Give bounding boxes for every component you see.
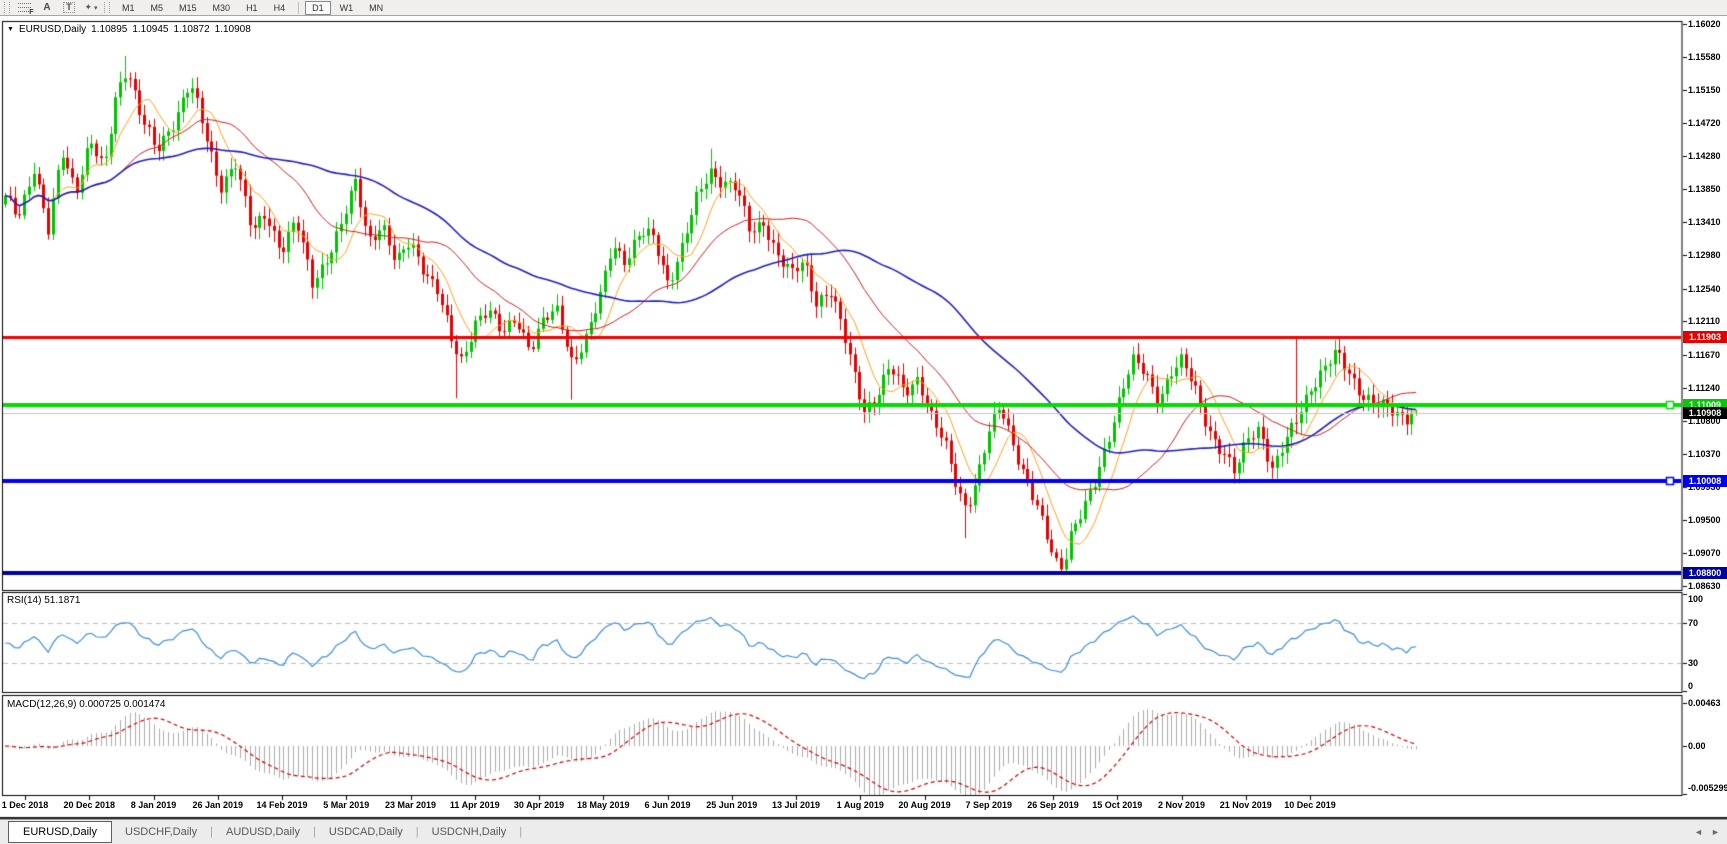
timeframe-button-group: M1M5M15M30H1H4 D1W1MN (114, 1, 391, 15)
date-axis-label: 15 Oct 2019 (1082, 800, 1152, 810)
rsi-axis-label: 70 (1688, 618, 1698, 628)
macd-axis-label: 0.00463 (1688, 698, 1721, 708)
text-tool-icon: A (43, 2, 50, 13)
date-axis-label: 7 Sep 2019 (954, 800, 1024, 810)
date-axis-label: 1 Dec 2018 (0, 800, 60, 810)
arrows-tool-icon: ✦ (84, 2, 92, 13)
macd-indicator-label: MACD(12,26,9) 0.000725 0.001474 (7, 699, 165, 710)
date-axis-label: 6 Jun 2019 (633, 800, 703, 810)
chart-tab-bar: EURUSD,DailyUSDCHF,Daily|AUDUSD,Daily|US… (0, 819, 1727, 844)
price-axis-label: 1.13850 (1688, 184, 1727, 194)
fibonacci-retracement-icon: F (18, 2, 33, 14)
rsi-axis-label: 30 (1688, 658, 1698, 668)
chart-title: ▼ EURUSD,Daily 1.10895 1.10945 1.10872 1… (7, 24, 256, 35)
macd-axis-label: 0.00 (1688, 741, 1706, 751)
tab-usdcad-daily[interactable]: USDCAD,Daily (316, 826, 416, 838)
timeframe-button-d1[interactable]: D1 (305, 1, 331, 15)
fibonacci-tool-button[interactable]: F (17, 1, 33, 15)
date-axis-label: 30 Apr 2019 (504, 800, 574, 810)
timeframe-button-m30[interactable]: M30 (206, 1, 238, 15)
date-axis-label: 10 Dec 2019 (1275, 800, 1345, 810)
date-axis-label: 1 Aug 2019 (825, 800, 895, 810)
mt4-window: F A T ✦ ▾ M1M5M15M30H1H4 D1W1MN ▼ EURUSD,… (0, 0, 1727, 844)
price-badge: 1.08800 (1683, 567, 1727, 579)
timeframe-button-mn[interactable]: MN (362, 1, 390, 15)
top-toolbar: F A T ✦ ▾ M1M5M15M30H1H4 D1W1MN (0, 0, 1727, 16)
tab-eurusd-daily[interactable]: EURUSD,Daily (8, 821, 112, 843)
timeframe-button-m15[interactable]: M15 (172, 1, 204, 15)
rsi-indicator-label: RSI(14) 51.1871 (7, 595, 80, 606)
price-axis-label: 1.12110 (1688, 316, 1727, 326)
tab-usdcnh-daily[interactable]: USDCNH,Daily (419, 826, 520, 838)
price-axis-label: 1.14280 (1688, 151, 1727, 161)
price-axis-label: 1.08630 (1688, 581, 1727, 591)
tab-usdchf-daily[interactable]: USDCHF,Daily (112, 826, 210, 838)
toolbar-separator (298, 2, 299, 14)
label-tool-icon: T (63, 2, 75, 13)
date-axis-label: 13 Jul 2019 (761, 800, 831, 810)
timeframe-button-w1[interactable]: W1 (333, 1, 361, 15)
date-axis-label: 20 Dec 2018 (54, 800, 124, 810)
date-axis-label: 5 Mar 2019 (311, 800, 381, 810)
price-badge: 1.11903 (1683, 331, 1727, 343)
tab-separator: | (519, 826, 522, 838)
timeframe-button-m1[interactable]: M1 (115, 1, 142, 15)
price-axis-label: 1.11240 (1688, 383, 1727, 393)
bar-high-value: 1.10945 (132, 24, 168, 35)
price-axis-label: 1.13410 (1688, 217, 1727, 227)
label-tool-button[interactable]: T (61, 1, 77, 15)
price-axis-label: 1.16020 (1688, 19, 1727, 29)
date-axis-label: 18 May 2019 (568, 800, 638, 810)
date-axis-label: 20 Aug 2019 (890, 800, 960, 810)
price-axis-label: 1.15580 (1688, 52, 1727, 62)
price-axis-label: 1.15150 (1688, 85, 1727, 95)
bar-close-value: 1.10908 (215, 24, 251, 35)
date-axis-label: 25 Jun 2019 (697, 800, 767, 810)
price-axis-label: 1.10370 (1688, 449, 1727, 459)
date-axis-label: 26 Sep 2019 (1018, 800, 1088, 810)
chart-symbol-period: EURUSD,Daily (19, 24, 86, 35)
bar-low-value: 1.10872 (173, 24, 209, 35)
price-axis-label: 1.12980 (1688, 250, 1727, 260)
dropdown-caret-icon: ▾ (94, 4, 98, 12)
date-axis-label: 14 Feb 2019 (247, 800, 317, 810)
price-axis-label: 1.09500 (1688, 515, 1727, 525)
date-axis-label: 2 Nov 2019 (1147, 800, 1217, 810)
date-axis-label: 26 Jan 2019 (183, 800, 253, 810)
price-badge: 1.10008 (1683, 475, 1727, 487)
timeframe-button-h4[interactable]: H4 (267, 1, 293, 15)
date-axis-label: 23 Mar 2019 (376, 800, 446, 810)
date-axis-label: 8 Jan 2019 (119, 800, 189, 810)
price-chart-canvas[interactable] (0, 0, 1727, 844)
toolbar-grip[interactable] (104, 2, 110, 13)
toolbar-grip[interactable] (4, 2, 10, 13)
chart-menu-triangle-icon[interactable]: ▼ (7, 26, 14, 33)
price-axis-label: 1.09070 (1688, 548, 1727, 558)
date-axis-label: 21 Nov 2019 (1211, 800, 1281, 810)
timeframe-button-h1[interactable]: H1 (239, 1, 265, 15)
tab-scroll-right-icon[interactable]: ► (1711, 827, 1720, 837)
text-tool-button[interactable]: A (39, 1, 55, 15)
price-axis-label: 1.14720 (1688, 118, 1727, 128)
timeframe-button-m5[interactable]: M5 (144, 1, 171, 15)
bar-open-value: 1.10895 (91, 24, 127, 35)
price-axis-label: 1.11670 (1688, 350, 1727, 360)
price-badge: 1.10908 (1683, 407, 1727, 419)
date-axis-label: 11 Apr 2019 (440, 800, 510, 810)
price-axis-label: 1.12540 (1688, 284, 1727, 294)
tab-scroll-left-icon[interactable]: ◄ (1694, 827, 1703, 837)
arrows-tool-button[interactable]: ✦ ▾ (83, 1, 99, 15)
tab-audusd-daily[interactable]: AUDUSD,Daily (213, 826, 313, 838)
macd-axis-label: -0.005299 (1688, 783, 1727, 793)
rsi-axis-label: 100 (1688, 594, 1703, 604)
rsi-axis-label: 0 (1688, 681, 1693, 691)
